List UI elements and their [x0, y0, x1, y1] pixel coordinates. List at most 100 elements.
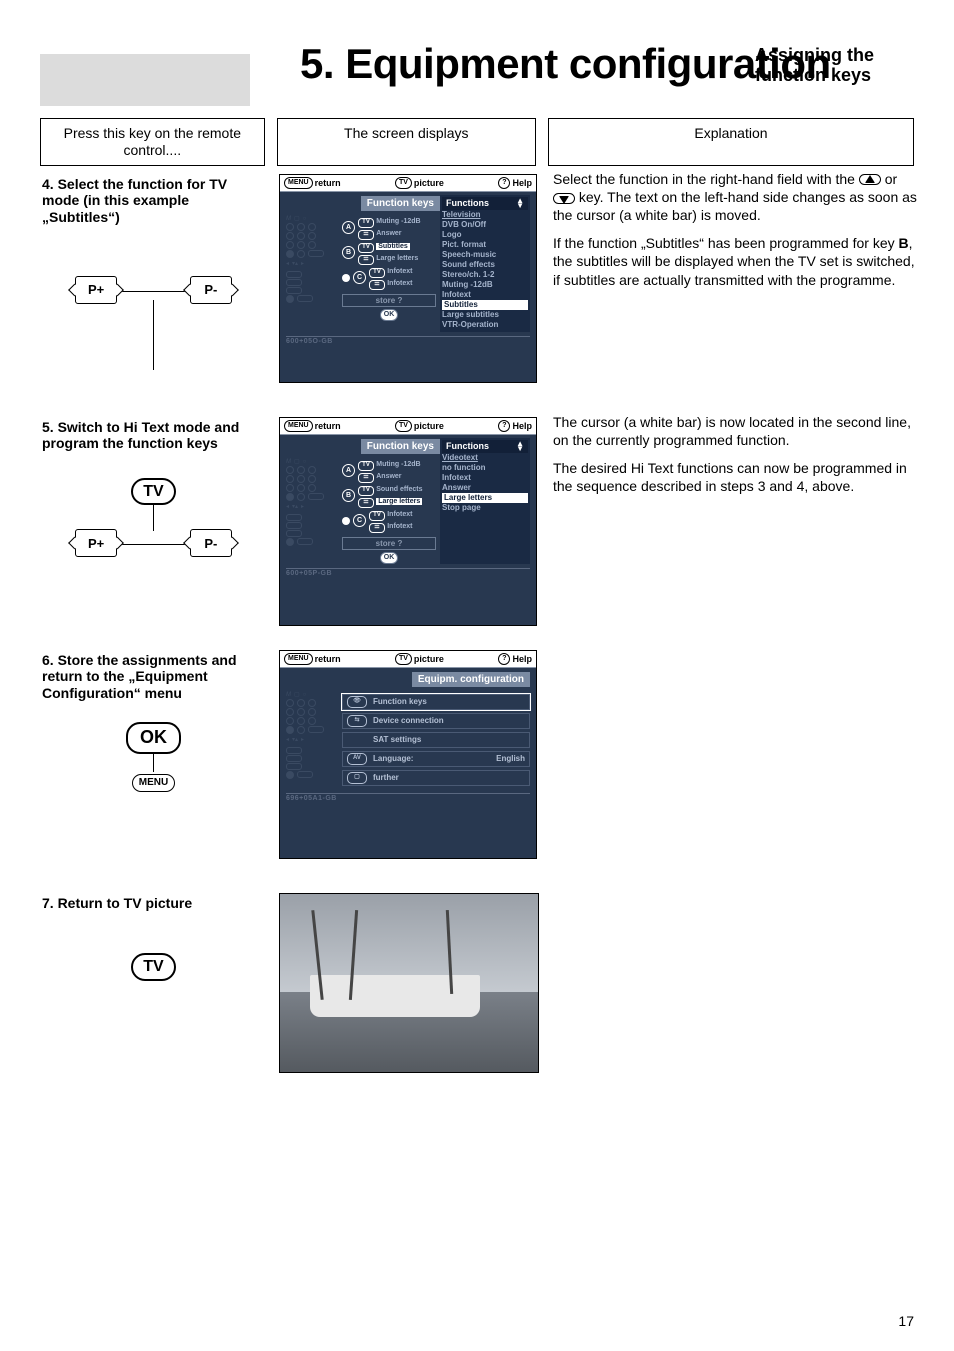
tv-tiny-icon: TV: [358, 243, 374, 253]
rowC-bot: Infotext: [387, 280, 412, 287]
func-item: Stereo/ch. 1-2: [442, 270, 528, 280]
eq-row-label: Device connection: [373, 716, 525, 725]
exp-p2: The desired Hi Text functions can now be…: [553, 459, 923, 495]
func-item: Answer: [442, 483, 528, 493]
tv-button-icon: TV: [131, 953, 175, 980]
vline-icon: [153, 300, 154, 370]
p-plus-icon: P+: [75, 276, 117, 304]
return-label: return: [315, 178, 341, 188]
eq-row-language: AV Language: English: [342, 751, 530, 767]
menu-button-icon: MENU: [132, 774, 175, 792]
tv-tiny-icon: TV: [358, 218, 374, 228]
tv-icon: TV: [395, 420, 412, 432]
step7-title: 7. Return to TV picture: [42, 895, 265, 912]
vline-icon: [153, 752, 154, 772]
rowA-top: Muting -12dB: [376, 461, 420, 468]
circle-a-icon: A: [342, 221, 355, 234]
step4-explanation: Select the function in the right-hand fi…: [553, 170, 923, 383]
rowA-top: Muting -12dB: [376, 218, 420, 225]
store-bar: store ?: [342, 294, 436, 307]
func-item: VTR-Operation: [442, 320, 528, 330]
screen-code: 600+05P-GB: [286, 568, 530, 577]
eq-row-device-conn: ⇆ Device connection: [342, 713, 530, 729]
subtitle-l1: Assigning the: [755, 45, 874, 65]
triangle-down-icon: [553, 193, 575, 204]
step7-explanation: [553, 889, 923, 1073]
picture-label: picture: [414, 421, 444, 431]
func-item: DVB On/Off: [442, 220, 528, 230]
remote-grid-icon: M▢○ ◂▾▴▸: [286, 691, 338, 789]
screen-code: 696+05A1-GB: [286, 793, 530, 802]
step4-left: 4. Select the function for TV mode (in t…: [40, 170, 267, 383]
remote-grid-icon: M▢○ ◂▾▴▸: [286, 215, 338, 332]
step5-remote-diagram: TV P+ P-: [42, 476, 265, 557]
picture-label: picture: [414, 178, 444, 188]
updown-arrows-icon: ▲▼: [516, 441, 524, 452]
rowB-bot: Large letters: [376, 498, 422, 505]
functions-panel: Functions ▲▼ Videotext no function Infot…: [440, 438, 530, 564]
help-icon: ?: [498, 177, 510, 189]
help-icon: ?: [498, 653, 510, 665]
exp-text: key. The text on the left-hand side chan…: [553, 189, 917, 223]
exp-text: If the function „Subtitles“ has been pro…: [553, 235, 899, 251]
menu-icon: MENU: [284, 177, 313, 189]
screen-code: 600+05O-GB: [286, 336, 530, 345]
step5-explanation: The cursor (a white bar) is now located …: [553, 413, 923, 626]
exp-text: or: [885, 171, 897, 187]
ok-icon: OK: [380, 309, 399, 321]
func-item: Sound effects: [442, 260, 528, 270]
rowB-top: Sound effects: [376, 486, 422, 493]
step4-remote-diagram: P+ P-: [42, 276, 265, 370]
dot-icon: [342, 274, 350, 282]
tv-icon: TV: [395, 177, 412, 189]
tv-tiny-icon: TV: [369, 268, 385, 278]
eq-row-function-keys: 👁 Function keys: [342, 694, 530, 710]
eq-row-further: ▢ further: [342, 770, 530, 786]
dot-icon: [342, 517, 350, 525]
eq-row-label: Language:: [373, 754, 490, 763]
fk-assign-col: A TV Muting -12dB ☰ Answer B TV Subtitle…: [342, 215, 436, 332]
p-minus-icon: P-: [190, 529, 232, 557]
menu-icon: MENU: [284, 420, 313, 432]
conn-icon: ⇆: [347, 715, 367, 727]
help-label: Help: [512, 178, 532, 188]
page-number: 17: [898, 1313, 914, 1329]
column-headers: Press this key on the remote control....…: [40, 118, 914, 166]
step5-left: 5. Switch to Hi Text mode and program th…: [40, 413, 267, 626]
vline-icon: [153, 503, 154, 531]
func-item: no function: [442, 463, 528, 473]
step6-remote-diagram: OK MENU: [42, 720, 265, 794]
store-bar: store ?: [342, 537, 436, 550]
eq-menu-list: 👁 Function keys ⇆ Device connection SAT …: [342, 691, 530, 789]
func-item: Infotext: [442, 290, 528, 300]
eye-icon: 👁: [347, 696, 367, 708]
col-head-left: Press this key on the remote control....: [40, 118, 265, 166]
av-icon: AV: [347, 753, 367, 765]
circle-c-icon: C: [353, 271, 366, 284]
tv-button-icon: TV: [131, 478, 175, 505]
circle-a-icon: A: [342, 464, 355, 477]
rowC-bot: Infotext: [387, 523, 412, 530]
step4-screen: MENU return TV picture ? Help Function k…: [279, 170, 541, 383]
tv-top-bar: MENU return TV picture ? Help: [280, 651, 536, 668]
fk-assign-col: A TV Muting -12dB ☰ Answer B TV Sound ef…: [342, 458, 436, 564]
functions-panel: Functions ▲▼ Television DVB On/Off Logo …: [440, 195, 530, 332]
step5-title: 5. Switch to Hi Text mode and program th…: [42, 419, 265, 453]
func-item: Television: [442, 210, 528, 220]
func-item-selected: Large letters: [442, 493, 528, 503]
exp-p1: The cursor (a white bar) is now located …: [553, 413, 923, 449]
exp-bold-b: B: [899, 235, 909, 251]
subtitle-l2: function keys: [755, 65, 871, 85]
tv-tiny-icon: TV: [369, 511, 385, 521]
eq-row-label: SAT settings: [373, 735, 525, 744]
func-item: Muting -12dB: [442, 280, 528, 290]
func-item: Infotext: [442, 473, 528, 483]
func-item: Large subtitles: [442, 310, 528, 320]
ok-icon: OK: [380, 552, 399, 564]
step6-title: 6. Store the assignments and return to t…: [42, 652, 265, 702]
updown-arrows-icon: ▲▼: [516, 198, 524, 209]
exp-text: Select the function in the right-hand fi…: [553, 171, 859, 187]
step6-screen: MENU return TV picture ? Help Equipm. co…: [279, 646, 541, 859]
rowC-top: Infotext: [387, 268, 412, 275]
func-head: Functions ▲▼: [442, 197, 528, 210]
